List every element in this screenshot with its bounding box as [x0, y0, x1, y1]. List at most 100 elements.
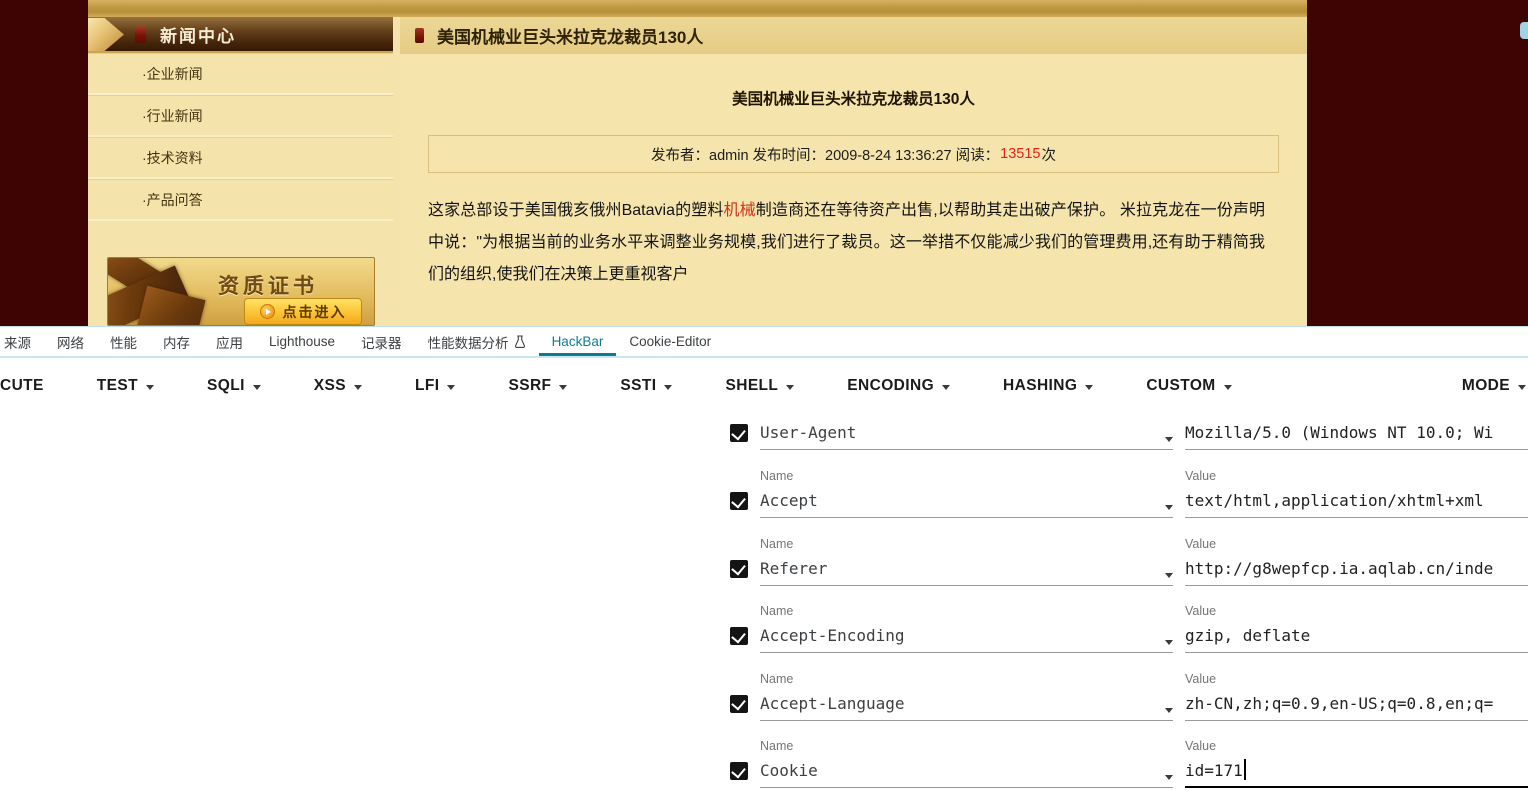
- sidebar-item-product-qa[interactable]: ·产品问答: [88, 179, 393, 221]
- flask-icon: [514, 335, 526, 349]
- menu-execute-clipped[interactable]: CUTE: [0, 377, 44, 395]
- tab-cookie-editor[interactable]: Cookie-Editor: [616, 327, 724, 356]
- header-name: Accept-Language: [760, 694, 905, 713]
- value-label: Value: [1185, 739, 1528, 754]
- bullet-seal-icon: [415, 28, 424, 43]
- header-name-field[interactable]: Accept-Encoding: [760, 619, 1173, 653]
- name-label: Name: [760, 604, 1173, 619]
- scrollbar-thumb[interactable]: [1520, 22, 1528, 39]
- chevron-down-icon[interactable]: [1165, 775, 1173, 780]
- banner-button-label: 点击进入: [283, 302, 347, 322]
- tab-performance-insights[interactable]: 性能数据分析: [415, 327, 539, 356]
- value-label: Value: [1185, 604, 1528, 619]
- header-row-accept-encoding: Name Value Accept-Encoding gzip, deflate: [730, 601, 1528, 669]
- menu-xss[interactable]: XSS: [314, 377, 362, 395]
- menu-label: SSRF: [508, 377, 551, 395]
- keyword-link[interactable]: 机械: [724, 202, 756, 219]
- header-name-field[interactable]: Cookie: [760, 754, 1173, 788]
- header-name: Referer: [760, 559, 827, 578]
- name-label: Name: [760, 739, 1173, 754]
- play-dot-icon: [260, 304, 275, 319]
- hackbar-headers-form: Name Value User-Agent Mozilla/5.0 (Windo…: [730, 327, 1528, 790]
- chevron-down-icon: [447, 385, 455, 390]
- tab-recorder[interactable]: 记录器: [348, 327, 415, 356]
- sidebar: 新闻中心 ·企业新闻 ·行业新闻 ·技术资料 ·产品问答 资质证书 点击进入: [88, 17, 393, 326]
- header-value-field[interactable]: http://g8wepfcp.ia.aqlab.cn/inde: [1185, 552, 1528, 586]
- header-checkbox[interactable]: [730, 424, 748, 442]
- menu-sqli[interactable]: SQLI: [207, 377, 261, 395]
- certificate-banner[interactable]: 资质证书 点击进入: [107, 257, 375, 326]
- header-name: Accept: [760, 491, 818, 510]
- tab-label: HackBar: [552, 334, 604, 349]
- header-value-field[interactable]: gzip, deflate: [1185, 619, 1528, 653]
- meta-text: 发布者：admin 发布时间：2009-8-24 13:36:27 阅读：: [651, 144, 999, 165]
- menu-ssti[interactable]: SSTI: [620, 377, 672, 395]
- tab-hackbar[interactable]: HackBar: [539, 327, 617, 356]
- menu-label: CUTE: [0, 377, 44, 395]
- tab-network[interactable]: 网络: [44, 327, 97, 356]
- header-checkbox[interactable]: [730, 560, 748, 578]
- header-value-field[interactable]: Mozilla/5.0 (Windows NT 10.0; Wi: [1185, 416, 1528, 450]
- tab-lighthouse[interactable]: Lighthouse: [256, 327, 348, 356]
- header-value: text/html,application/xhtml+xml: [1185, 491, 1484, 510]
- chevron-down-icon: [146, 385, 154, 390]
- article-title: 美国机械业巨头米拉克龙裁员130人: [400, 87, 1307, 109]
- header-checkbox[interactable]: [730, 492, 748, 510]
- header-value: zh-CN,zh;q=0.9,en-US;q=0.8,en;q=: [1185, 694, 1493, 713]
- gold-border-strip: [88, 0, 1307, 17]
- header-checkbox[interactable]: [730, 762, 748, 780]
- sidebar-item-tech-docs[interactable]: ·技术资料: [88, 137, 393, 179]
- menu-ssrf[interactable]: SSRF: [508, 377, 567, 395]
- chevron-down-icon[interactable]: [1165, 573, 1173, 578]
- sidebar-item-company-news[interactable]: ·企业新闻: [88, 53, 393, 95]
- chevron-down-icon[interactable]: [1165, 505, 1173, 510]
- header-value: gzip, deflate: [1185, 626, 1310, 645]
- sidebar-header: 新闻中心: [88, 17, 393, 53]
- chevron-down-icon: [354, 385, 362, 390]
- website-viewport: 新闻中心 ·企业新闻 ·行业新闻 ·技术资料 ·产品问答 资质证书 点击进入: [0, 0, 1528, 326]
- tab-label: 记录器: [361, 332, 402, 352]
- header-value: Mozilla/5.0 (Windows NT 10.0; Wi: [1185, 423, 1493, 442]
- chevron-down-icon[interactable]: [1165, 437, 1173, 442]
- header-row-accept: Name Value Accept text/html,application/…: [730, 466, 1528, 534]
- header-checkbox[interactable]: [730, 627, 748, 645]
- header-name: Accept-Encoding: [760, 626, 905, 645]
- screen: 新闻中心 ·企业新闻 ·行业新闻 ·技术资料 ·产品问答 资质证书 点击进入: [0, 0, 1528, 790]
- tab-label: Cookie-Editor: [629, 334, 711, 349]
- article-paragraph: 这家总部设于美国俄亥俄州Batavia的塑料机械制造商还在等待资产出售,以帮助其…: [428, 195, 1265, 291]
- site-content: 新闻中心 ·企业新闻 ·行业新闻 ·技术资料 ·产品问答 资质证书 点击进入: [88, 0, 1307, 326]
- header-name-field[interactable]: Accept-Language: [760, 687, 1173, 721]
- header-value-field[interactable]: text/html,application/xhtml+xml: [1185, 484, 1528, 518]
- header-name: Cookie: [760, 761, 818, 780]
- header-value-field[interactable]: zh-CN,zh;q=0.9,en-US;q=0.8,en;q=: [1185, 687, 1528, 721]
- chevron-down-icon[interactable]: [1165, 640, 1173, 645]
- article-header-title: 美国机械业巨头米拉克龙裁员130人: [437, 23, 703, 48]
- header-name-field[interactable]: User-Agent: [760, 416, 1173, 450]
- chevron-down-icon: [664, 385, 672, 390]
- tab-application[interactable]: 应用: [203, 327, 256, 356]
- header-row-user-agent: Name Value User-Agent Mozilla/5.0 (Windo…: [730, 398, 1528, 466]
- menu-label: TEST: [97, 377, 138, 395]
- banner-enter-button[interactable]: 点击进入: [244, 298, 362, 325]
- tab-performance[interactable]: 性能: [97, 327, 150, 356]
- menu-test[interactable]: TEST: [97, 377, 154, 395]
- header-value-field[interactable]: id=171: [1185, 754, 1528, 788]
- sidebar-item-industry-news[interactable]: ·行业新闻: [88, 95, 393, 137]
- menu-label: SQLI: [207, 377, 245, 395]
- tab-sources[interactable]: 来源: [0, 327, 44, 356]
- tab-label: Lighthouse: [269, 334, 335, 349]
- header-name-field[interactable]: Referer: [760, 552, 1173, 586]
- header-name-field[interactable]: Accept: [760, 484, 1173, 518]
- header-row-cookie: Name Value Cookie id=171: [730, 736, 1528, 790]
- name-label: Name: [760, 537, 1173, 552]
- menu-label: LFI: [415, 377, 439, 395]
- tab-memory[interactable]: 内存: [150, 327, 203, 356]
- chevron-down-icon: [253, 385, 261, 390]
- tab-label: 性能数据分析: [428, 332, 509, 352]
- chevron-down-icon: [559, 385, 567, 390]
- menu-lfi[interactable]: LFI: [415, 377, 455, 395]
- chevron-down-icon[interactable]: [1165, 708, 1173, 713]
- header-row-referer: Name Value Referer http://g8wepfcp.ia.aq…: [730, 534, 1528, 602]
- header-value: id=171: [1185, 761, 1243, 780]
- header-checkbox[interactable]: [730, 695, 748, 713]
